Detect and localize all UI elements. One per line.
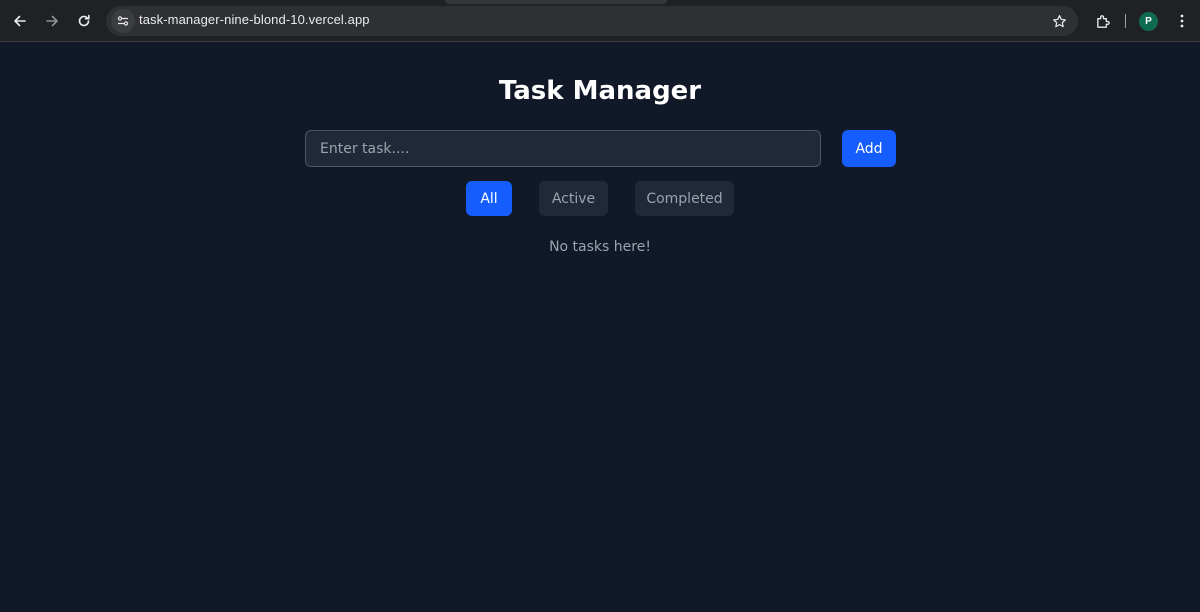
back-button[interactable] (8, 9, 32, 33)
forward-button[interactable] (40, 9, 64, 33)
bookmark-button[interactable] (1049, 11, 1069, 31)
address-bar[interactable]: task-manager-nine-blond-10.vercel.app (106, 6, 1078, 36)
extensions-button[interactable] (1091, 9, 1115, 33)
profile-avatar[interactable]: P (1139, 12, 1158, 31)
kebab-menu-icon (1180, 14, 1184, 28)
browser-toolbar: task-manager-nine-blond-10.vercel.app P (0, 0, 1200, 42)
active-tab-indicator (445, 0, 667, 4)
filter-all-button[interactable]: All (466, 181, 512, 216)
add-task-button[interactable]: Add (842, 130, 896, 167)
app-page: Task Manager Add All Active Completed No… (0, 43, 1200, 612)
browser-menu-button[interactable] (1170, 9, 1194, 33)
reload-icon (78, 14, 90, 27)
arrow-right-icon (46, 15, 58, 27)
empty-state-message: No tasks here! (549, 239, 651, 255)
filter-completed-button[interactable]: Completed (635, 181, 734, 216)
site-info-button[interactable] (111, 9, 135, 33)
url-text[interactable]: task-manager-nine-blond-10.vercel.app (139, 12, 370, 27)
task-input[interactable] (305, 130, 821, 167)
puzzle-icon (1096, 14, 1110, 28)
arrow-left-icon (14, 15, 26, 27)
site-settings-icon (117, 16, 129, 26)
star-icon (1052, 14, 1066, 27)
reload-button[interactable] (72, 9, 96, 33)
toolbar-divider (1125, 14, 1126, 28)
filter-active-button[interactable]: Active (539, 181, 608, 216)
page-title: Task Manager (498, 76, 702, 106)
